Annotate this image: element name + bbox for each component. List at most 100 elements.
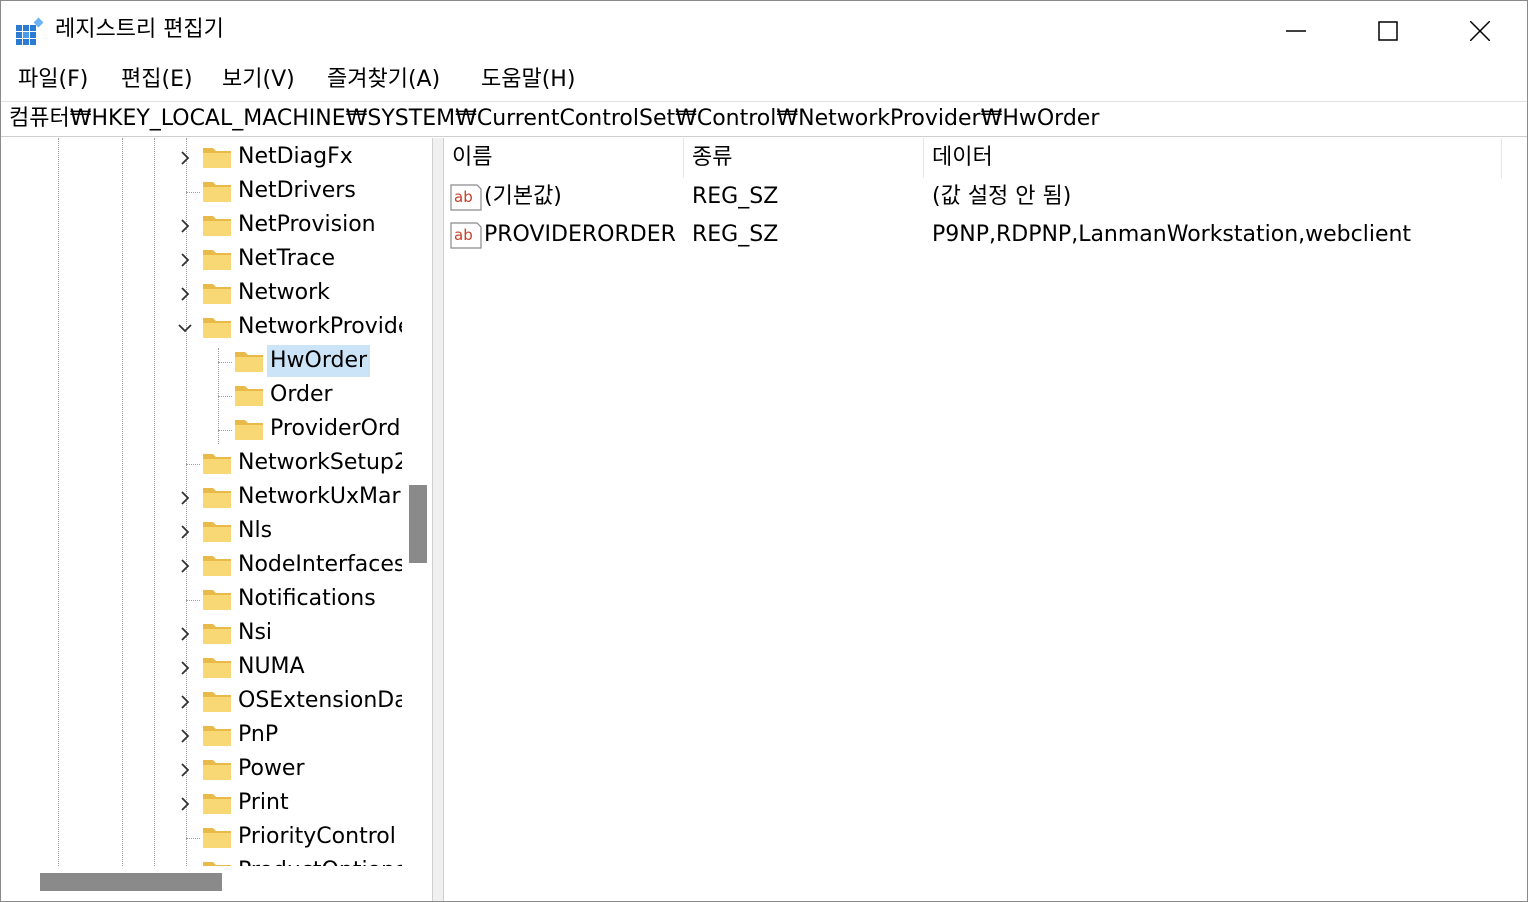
chevron-right-icon[interactable] [178,219,192,233]
window-title: 레지스트리 편집기 [55,17,224,42]
column-header-name[interactable]: 이름 [444,138,684,178]
tree-item-label[interactable]: OSExtensionDa [235,685,402,717]
menu-help[interactable]: 도움말(H) [479,61,577,99]
list-item[interactable]: ab (기본값) REG_SZ (값 설정 안 됨) [444,178,1527,216]
tree-item-label[interactable]: HwOrder [267,345,371,377]
tree-item[interactable]: NodeInterfaces [4,549,402,583]
menu-view[interactable]: 보기(V) [220,61,297,99]
tree-item[interactable]: Print [4,787,402,821]
pane-splitter[interactable] [432,138,444,901]
column-header-type[interactable]: 종류 [684,138,924,178]
tree-item-label[interactable]: NetworkProvide [235,311,402,343]
folder-icon [203,726,231,746]
chevron-right-icon[interactable] [178,525,192,539]
chevron-right-icon[interactable] [178,151,192,165]
tree-item[interactable]: Power [4,753,402,787]
close-button[interactable] [1434,1,1526,61]
tree-vertical-scroll-thumb[interactable] [409,485,427,563]
chevron-down-icon[interactable] [178,321,192,335]
chevron-right-icon[interactable] [178,763,192,777]
tree-item-label[interactable]: ProviderOrd [267,413,402,445]
tree-item[interactable]: ProviderOrd [4,413,402,447]
tree-vertical-scrollbar[interactable] [404,138,432,866]
tree-item[interactable]: NetworkSetup2 [4,447,402,481]
values-list-pane[interactable]: 이름 종류 데이터 ab (기본값) REG_SZ (값 설정 안 됨) ab PROVI… [444,138,1527,901]
tree-item-label[interactable]: Network [235,277,333,309]
tree-item-label[interactable]: Nls [235,515,275,547]
chevron-right-icon[interactable] [178,491,192,505]
chevron-right-icon[interactable] [178,253,192,267]
tree-item[interactable]: NUMA [4,651,402,685]
tree-item[interactable]: Network [4,277,402,311]
address-path[interactable]: 컴퓨터₩HKEY_LOCAL_MACHINE₩SYSTEM₩CurrentCon… [9,104,1099,134]
minimize-button[interactable] [1250,1,1342,61]
tree-item[interactable]: NetTrace [4,243,402,277]
folder-icon [235,386,263,406]
tree-item[interactable]: NetDiagFx [4,141,402,175]
tree-item[interactable]: NetDrivers [4,175,402,209]
tree-item[interactable]: HwOrder [4,345,402,379]
column-header-data[interactable]: 데이터 [924,138,1502,178]
folder-icon [203,760,231,780]
menu-favorites[interactable]: 즐겨찾기(A) [325,61,442,99]
tree-item[interactable]: Notifications [4,583,402,617]
tree-item-label[interactable]: NetProvision [235,209,379,241]
tree-item-label[interactable]: Nsi [235,617,275,649]
tree-connector-line [186,600,200,601]
maximize-icon [1378,21,1398,41]
chevron-right-icon[interactable] [178,627,192,641]
value-name: (기본값) [484,184,562,209]
tree-item-label[interactable]: NetworkUxMar [235,481,402,513]
tree-item-label[interactable]: NodeInterfaces [235,549,402,581]
menu-edit[interactable]: 편집(E) [119,61,195,99]
folder-icon [203,182,231,202]
tree-item[interactable]: PriorityControl [4,821,402,855]
tree-item-label[interactable]: NUMA [235,651,308,683]
address-bar[interactable]: 컴퓨터₩HKEY_LOCAL_MACHINE₩SYSTEM₩CurrentCon… [1,101,1527,137]
tree-connector-line [186,192,200,193]
list-item[interactable]: ab PROVIDERORDER REG_SZ P9NP,RDPNP,LanmanWo… [444,216,1527,254]
tree-item-label[interactable]: PriorityControl [235,821,399,853]
chevron-right-icon[interactable] [178,661,192,675]
folder-icon [203,794,231,814]
tree-item[interactable]: NetworkProvide [4,311,402,345]
chevron-right-icon[interactable] [178,729,192,743]
tree-connector-line [218,396,232,397]
tree-item-label[interactable]: Notifications [235,583,379,615]
tree-item[interactable]: Nls [4,515,402,549]
tree-item-label[interactable]: ProductOptions [235,855,402,866]
tree-item[interactable]: NetworkUxMar [4,481,402,515]
tree-item-label[interactable]: PnP [235,719,281,751]
tree-view[interactable]: NetDiagFx NetDrivers NetProvision NetTrace N… [4,138,402,866]
chevron-right-icon[interactable] [178,797,192,811]
title-bar[interactable]: 레지스트리 편집기 [1,1,1527,61]
tree-connector-line [186,838,200,839]
folder-icon [203,284,231,304]
tree-item[interactable]: PnP [4,719,402,753]
chevron-right-icon[interactable] [178,287,192,301]
folder-icon [203,488,231,508]
folder-icon [203,216,231,236]
tree-item-label[interactable]: NetTrace [235,243,338,275]
maximize-button[interactable] [1342,1,1434,61]
folder-icon [235,420,263,440]
key-tree-pane[interactable]: NetDiagFx NetDrivers NetProvision NetTrace N… [4,138,432,901]
tree-horizontal-scrollbar[interactable] [4,866,432,901]
tree-item-label[interactable]: NetworkSetup2 [235,447,402,479]
tree-item[interactable]: ProductOptions [4,855,402,866]
value-data: P9NP,RDPNP,LanmanWorkstation,webclient [932,222,1412,247]
tree-item[interactable]: Nsi [4,617,402,651]
menu-file[interactable]: 파일(F) [16,61,90,99]
tree-item-label[interactable]: Order [267,379,336,411]
tree-horizontal-scroll-thumb[interactable] [40,873,222,891]
chevron-right-icon[interactable] [178,559,192,573]
tree-item-label[interactable]: Print [235,787,292,819]
tree-item-label[interactable]: NetDiagFx [235,141,356,173]
tree-item[interactable]: Order [4,379,402,413]
tree-item[interactable]: OSExtensionDa [4,685,402,719]
tree-item-label[interactable]: NetDrivers [235,175,359,207]
tree-item[interactable]: NetProvision [4,209,402,243]
folder-icon [203,148,231,168]
chevron-right-icon[interactable] [178,695,192,709]
tree-item-label[interactable]: Power [235,753,308,785]
